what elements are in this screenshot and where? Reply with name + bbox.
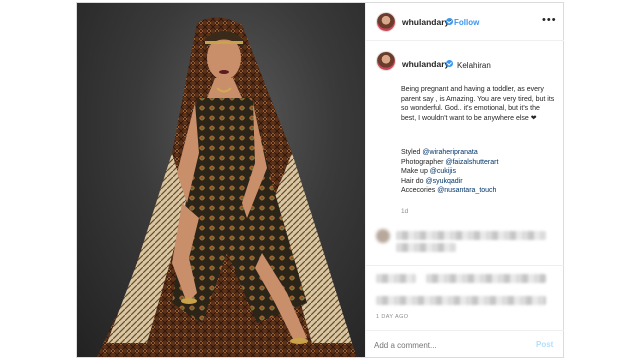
- comment-input[interactable]: [374, 338, 524, 352]
- blurred-liked-by: [376, 296, 546, 305]
- post-header: whulandary · Follow •••: [366, 3, 564, 41]
- blurred-comment: [396, 243, 456, 252]
- portrait-illustration: [97, 17, 357, 357]
- credit-prefix: Hair do: [401, 177, 426, 185]
- caption-credits: Styled @wiraheripranata Photographer @fa…: [401, 148, 555, 196]
- post-side-panel: whulandary · Follow ••• whulandary Kelah…: [365, 3, 564, 357]
- caption-age: 1d: [401, 208, 409, 215]
- caption-body: Being pregnant and having a toddler, as …: [401, 86, 555, 122]
- location-link[interactable]: Kelahiran: [457, 61, 491, 70]
- add-comment-bar: Post: [366, 330, 564, 357]
- credit-line: Photographer @faizalshutterart: [401, 158, 555, 168]
- blurred-comment-avatar: [376, 229, 390, 243]
- credit-line: Styled @wiraheripranata: [401, 148, 555, 158]
- header-username[interactable]: whulandary: [402, 17, 449, 27]
- post-date: 1 DAY AGO: [376, 314, 409, 320]
- blurred-comment: [396, 231, 546, 240]
- post-comment-button[interactable]: Post: [536, 340, 553, 349]
- page: whulandary · Follow ••• whulandary Kelah…: [0, 0, 640, 360]
- credit-line: Accecories @nusantara_touch: [401, 186, 555, 196]
- follow-button[interactable]: Follow: [454, 18, 479, 27]
- blurred-action-icons: [376, 274, 416, 283]
- post-photo[interactable]: [77, 3, 365, 357]
- credit-prefix: Photographer: [401, 158, 446, 166]
- caption-text: Being pregnant and having a toddler, as …: [401, 85, 555, 123]
- credit-mention[interactable]: @nusantara_touch: [437, 187, 496, 194]
- credit-prefix: Make up: [401, 168, 430, 175]
- caption-avatar[interactable]: [376, 51, 396, 71]
- credit-mention[interactable]: @cukijis: [430, 168, 456, 175]
- avatar[interactable]: [376, 12, 396, 32]
- blurred-likes: [426, 274, 546, 283]
- credit-line: Make up @cukijis: [401, 167, 555, 177]
- credit-prefix: Accecories: [401, 187, 438, 194]
- credit-mention[interactable]: @syukqadir: [426, 178, 463, 185]
- more-options-icon[interactable]: •••: [542, 14, 557, 26]
- verified-badge-icon: [446, 60, 453, 67]
- credit-prefix: Styled: [401, 149, 423, 156]
- credit-line: Hair do @syukqadir: [401, 177, 555, 187]
- instagram-post: whulandary · Follow ••• whulandary Kelah…: [76, 2, 564, 358]
- credit-mention[interactable]: @faizalshutterart: [445, 159, 498, 166]
- caption-username[interactable]: whulandary: [402, 59, 449, 69]
- separator-dot: ·: [449, 16, 452, 25]
- credit-mention[interactable]: @wiraheripranata: [422, 149, 477, 156]
- actions-bar: [366, 265, 564, 317]
